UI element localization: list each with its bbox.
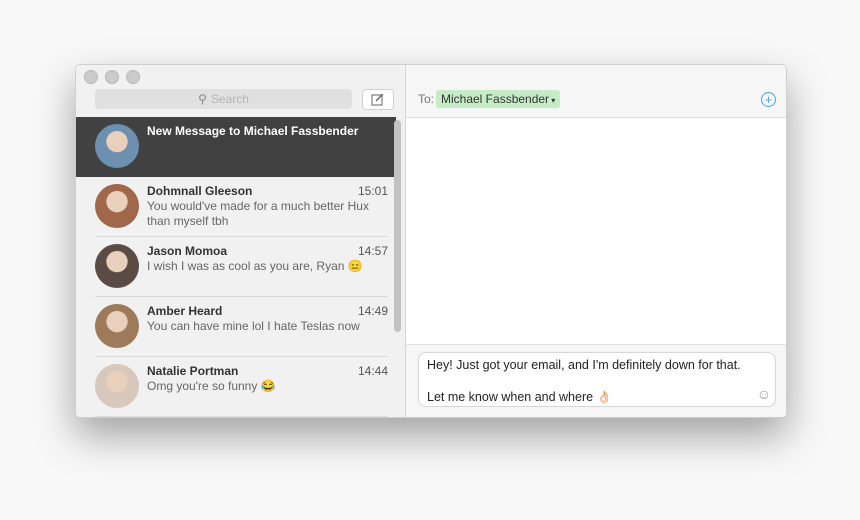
message-preview: You can have mine lol I hate Teslas now [147,319,360,333]
compose-icon [371,93,384,105]
timestamp: 15:01 [357,184,388,198]
contact-name: Amber Heard [147,304,223,318]
timestamp: 14:49 [357,304,388,318]
conversation-item[interactable]: Dohmnall Gleeson 15:01 You would've made… [76,177,396,237]
timestamp: 14:57 [357,244,388,258]
contact-name: Natalie Portman [147,364,239,378]
avatar [95,124,139,168]
divider [95,416,388,417]
message-preview: You would've made for a much better Hux … [147,199,369,228]
contact-name: New Message to Michael Fassbender [147,124,359,138]
recipient-chip[interactable]: Michael Fassbender ▾ [436,90,561,108]
messages-window: ⚲ Search New Message to Michael Fassbend… [75,64,787,418]
conversation-pane: To: Michael Fassbender ▾ + Hey! Just got… [406,65,786,417]
message-line-1: Hey! Just got your email, and I'm defini… [427,358,741,372]
avatar [95,244,139,288]
window-controls [84,70,140,84]
minimize-button[interactable] [105,70,119,84]
conversation-list: New Message to Michael Fassbender Dohmna… [76,117,396,417]
add-recipient-icon[interactable]: + [761,92,776,107]
timestamp: 14:44 [357,364,388,378]
conversation-item[interactable]: Amber Heard 14:49 You can have mine lol … [76,297,396,357]
compose-button[interactable] [362,89,394,110]
message-preview: I wish I was as cool as you are, Ryan 😑 [147,259,363,273]
zoom-button[interactable] [126,70,140,84]
conversation-item[interactable]: Natalie Portman 14:44 Omg you're so funn… [76,357,396,417]
search-icon: ⚲ [198,92,207,106]
message-input[interactable]: Hey! Just got your email, and I'm defini… [418,352,776,407]
message-preview: Omg you're so funny 😂 [147,379,276,393]
recipient-name: Michael Fassbender [441,92,550,106]
emoji-icon[interactable]: ☺ [757,386,771,402]
conversation-item[interactable]: Jason Momoa 14:57 I wish I was as cool a… [76,237,396,297]
contact-name: Dohmnall Gleeson [147,184,253,198]
contact-name: Jason Momoa [147,244,228,258]
sidebar: ⚲ Search New Message to Michael Fassbend… [76,65,406,417]
message-line-2: Let me know when and where 👌🏻 [427,390,613,404]
conversation-item[interactable]: New Message to Michael Fassbender [76,117,396,177]
scrollbar[interactable] [394,120,401,332]
close-button[interactable] [84,70,98,84]
composer-area: Hey! Just got your email, and I'm defini… [406,344,786,417]
to-label: To: [418,92,435,106]
search-input[interactable]: ⚲ Search [95,89,352,109]
recipient-bar: To: Michael Fassbender ▾ + [406,65,786,118]
avatar [95,184,139,228]
search-placeholder: Search [210,92,249,106]
avatar [95,364,139,408]
avatar [95,304,139,348]
chevron-down-icon: ▾ [549,96,556,105]
